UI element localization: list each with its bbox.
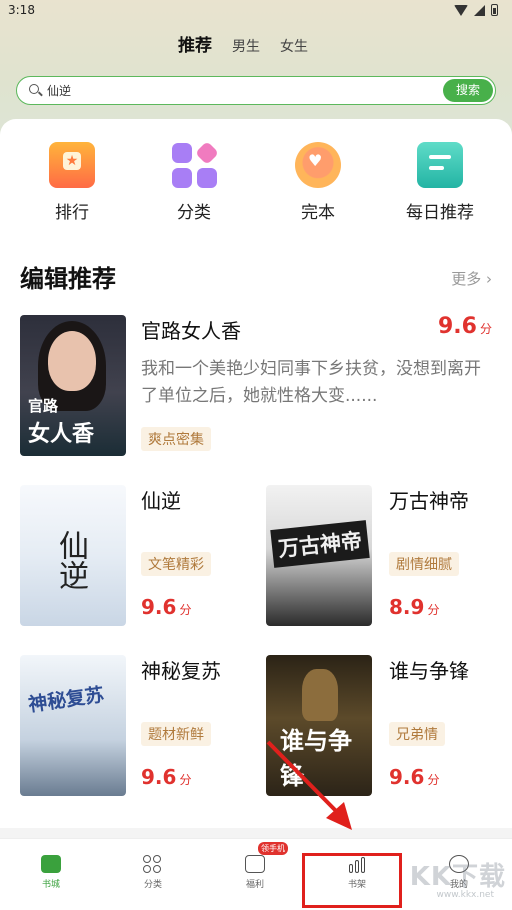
cover-text: 万古神帝	[270, 520, 370, 568]
nav-category[interactable]: 分类	[102, 839, 204, 910]
cover-text: 仙逆	[53, 530, 88, 590]
featured-book-score: 9.6 分	[438, 314, 492, 339]
daily-recommend-icon	[417, 142, 463, 188]
section-divider	[0, 828, 512, 838]
watermark: KK下载	[409, 862, 506, 892]
featured-book-tag: 爽点密集	[141, 427, 211, 451]
nav-label: 福利	[245, 880, 264, 890]
featured-book-title[interactable]: 官路女人香	[141, 315, 241, 344]
nav-label: 书城	[41, 880, 60, 890]
welfare-badge: 领手机	[258, 842, 288, 855]
shortcut-category[interactable]: 分类	[146, 140, 242, 223]
shortcut-ranking[interactable]: 排行	[24, 142, 120, 223]
book-tag: 兄弟情	[389, 722, 445, 746]
book-title[interactable]: 仙逆	[141, 485, 181, 514]
search-bar: 搜索	[16, 76, 496, 105]
cover-text: 神秘复苏	[27, 683, 106, 717]
bookstore-icon	[41, 855, 61, 873]
gift-icon	[245, 855, 265, 873]
book-score: 9.6 分	[141, 765, 192, 789]
wifi-icon	[454, 4, 468, 16]
shortcut-completed[interactable]: 完本	[270, 142, 366, 223]
book-tag: 剧情细腻	[389, 552, 459, 576]
book-cover[interactable]: 谁与争锋	[266, 655, 372, 796]
cover-text: 官路	[28, 397, 59, 415]
book-score: 8.9 分	[389, 595, 440, 619]
status-time: 3:18	[8, 3, 35, 17]
category-grid-icon	[171, 140, 220, 188]
search-input[interactable]	[47, 81, 427, 100]
book-title[interactable]: 万古神帝	[389, 485, 469, 514]
cover-text: 女人香	[28, 422, 95, 447]
book-title[interactable]: 神秘复苏	[141, 655, 221, 684]
tab-male[interactable]: 男生	[232, 36, 260, 56]
featured-book-description: 我和一个美艳少妇同事下乡扶贫，没想到离开了单位之后，她就性格大变......	[141, 359, 481, 406]
featured-book-cover[interactable]: 官路 女人香	[20, 315, 126, 456]
nav-bookstore[interactable]: 书城	[0, 839, 102, 910]
cover-text: 谁与争锋	[280, 727, 352, 790]
completed-badge-icon	[295, 142, 341, 188]
watermark-url: www.kkx.net	[436, 890, 495, 900]
nav-label: 分类	[143, 880, 162, 890]
shortcut-label: 每日推荐	[406, 203, 474, 223]
search-button[interactable]: 搜索	[443, 79, 493, 102]
search-icon	[29, 84, 39, 94]
battery-icon	[491, 4, 498, 16]
category-icon	[143, 855, 163, 873]
shortcut-label: 分类	[177, 203, 211, 223]
book-score: 9.6 分	[141, 595, 192, 619]
highlight-box	[302, 853, 402, 908]
book-cover[interactable]: 仙逆	[20, 485, 126, 626]
tab-recommend[interactable]: 推荐	[178, 31, 212, 56]
book-tag: 文笔精彩	[141, 552, 211, 576]
book-cover[interactable]: 神秘复苏	[20, 655, 126, 796]
section-title: 编辑推荐	[20, 265, 116, 293]
tab-female[interactable]: 女生	[280, 36, 308, 56]
status-bar: 3:18	[0, 0, 512, 22]
book-tag: 题材新鲜	[141, 722, 211, 746]
book-title[interactable]: 谁与争锋	[389, 655, 469, 684]
shortcut-daily[interactable]: 每日推荐	[392, 142, 488, 223]
shortcut-label: 完本	[301, 203, 335, 223]
book-score: 9.6 分	[389, 765, 440, 789]
ranking-icon	[49, 142, 95, 188]
book-cover[interactable]: 万古神帝	[266, 485, 372, 626]
more-link[interactable]: 更多 ›	[451, 268, 492, 289]
nav-welfare[interactable]: 福利	[204, 839, 306, 910]
signal-icon	[474, 4, 485, 16]
shortcut-label: 排行	[55, 203, 89, 223]
channel-tabs: 推荐 男生 女生	[178, 31, 308, 56]
